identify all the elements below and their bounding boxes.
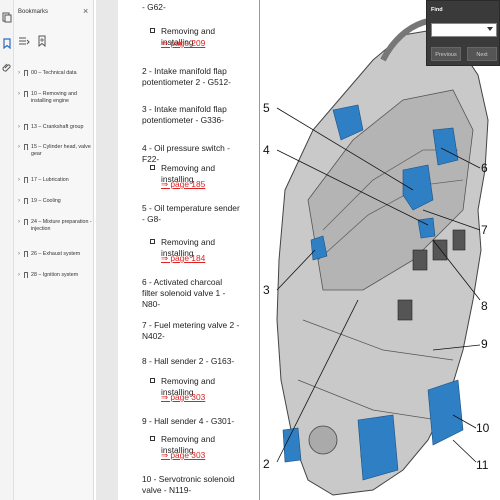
chevron-right-icon[interactable]: › — [18, 124, 20, 131]
list-item: 2 - Intake manifold flap potentiometer 2… — [142, 66, 240, 88]
bookmark-icon — [24, 198, 28, 204]
list-item: 8 - Hall sender 2 - G163- — [142, 356, 240, 367]
callout-label: 9 — [481, 337, 488, 351]
checkbox-bullet-icon — [150, 436, 155, 441]
chevron-right-icon[interactable]: › — [18, 144, 20, 151]
chevron-right-icon[interactable]: › — [18, 198, 20, 205]
page-link[interactable]: ⇒ page 184 — [161, 253, 205, 264]
find-panel: Find Previous Next — [426, 0, 500, 66]
find-previous-button[interactable]: Previous — [431, 47, 461, 61]
entry-heading: - G62- — [142, 2, 166, 12]
bookmark-icon — [24, 124, 28, 130]
list-item: 10 - Servotronic solenoid valve - N119- — [142, 474, 240, 496]
bookmarks-panel: Bookmarks × › 00 – Technical data › 10 –… — [14, 0, 107, 500]
list-item: 4 - Oil pressure switch - F22- — [142, 143, 240, 165]
bookmark-label: 26 – Exhaust system — [31, 251, 81, 257]
chevron-right-icon[interactable]: › — [18, 91, 20, 98]
bookmark-icon — [24, 144, 28, 150]
page-thumbnails-icon[interactable] — [2, 12, 12, 23]
find-next-button[interactable]: Next — [467, 47, 497, 61]
callout-label: 6 — [481, 161, 488, 175]
bookmark-label: 10 – Removing and installing engine — [31, 91, 77, 104]
checkbox-bullet-icon — [150, 165, 155, 170]
bookmarks-icon[interactable] — [2, 38, 12, 49]
entry-heading: 10 - Servotronic solenoid valve - N119- — [142, 474, 235, 495]
entry-heading: 2 - Intake manifold flap potentiometer 2… — [142, 66, 231, 87]
bookmarks-toolbar — [18, 35, 58, 49]
callout-label: 2 — [263, 457, 270, 471]
page-link[interactable]: ⇒ page 209 — [161, 38, 205, 49]
bookmark-icon — [24, 70, 28, 76]
chevron-right-icon[interactable]: › — [18, 251, 20, 258]
list-item: 3 - Intake manifold flap potentiometer -… — [142, 104, 240, 126]
entry-heading: 4 - Oil pressure switch - F22- — [142, 143, 230, 164]
bookmark-label: 17 – Lubrication — [31, 177, 69, 183]
page-link[interactable]: ⇒ page 303 — [161, 392, 205, 403]
callout-label: 8 — [481, 299, 488, 313]
bookmark-label: 00 – Technical data — [31, 70, 77, 76]
bookmark-label: 15 – Cylinder head, valve gear — [31, 144, 91, 157]
new-bookmark-icon[interactable] — [36, 35, 48, 47]
list-item: 9 - Hall sender 4 - G301- — [142, 416, 240, 427]
engine-illustration: 2 3 4 5 6 7 8 9 10 11 — [263, 17, 490, 496]
bookmark-label: 19 – Cooling — [31, 198, 61, 204]
callout-label: 11 — [476, 458, 489, 472]
bookmark-label: 28 – Ignition system — [31, 272, 79, 278]
chevron-right-icon[interactable]: › — [18, 177, 20, 184]
bookmark-icon — [24, 251, 28, 257]
document-page: - G62- Removing and installing ⇒ page 20… — [118, 0, 500, 500]
list-item: - G62- — [142, 2, 240, 13]
find-title: Find — [431, 7, 443, 13]
entry-heading: 6 - Activated charcoal filter solenoid v… — [142, 277, 226, 309]
close-panel-button[interactable]: × — [83, 6, 88, 16]
bookmark-icon — [24, 272, 28, 278]
callout-label: 4 — [263, 143, 270, 157]
chevron-right-icon[interactable]: › — [18, 272, 20, 279]
navigation-icon-strip — [0, 0, 14, 500]
entry-heading: 3 - Intake manifold flap potentiometer -… — [142, 104, 227, 125]
bookmarks-panel-title: Bookmarks — [18, 9, 49, 15]
bookmark-label: 24 – Mixture preparation - injection — [31, 219, 92, 232]
column-divider — [259, 0, 260, 500]
bookmark-label: 13 – Crankshaft group — [31, 124, 84, 130]
bookmark-icon — [24, 177, 28, 183]
page-link[interactable]: ⇒ page 303 — [161, 450, 205, 461]
callout-label: 10 — [476, 421, 490, 435]
chevron-right-icon[interactable]: › — [18, 70, 20, 77]
callout-label: 5 — [263, 101, 270, 115]
entry-heading: 9 - Hall sender 4 - G301- — [142, 416, 235, 426]
page-link[interactable]: ⇒ page 185 — [161, 179, 205, 190]
checkbox-bullet-icon — [150, 378, 155, 383]
list-item: 5 - Oil temperature sender - G8- — [142, 203, 240, 225]
bookmark-icon — [24, 219, 28, 225]
chevron-right-icon[interactable]: › — [18, 219, 20, 226]
entry-heading: 8 - Hall sender 2 - G163- — [142, 356, 235, 366]
entry-heading: 5 - Oil temperature sender - G8- — [142, 203, 240, 224]
list-item: 6 - Activated charcoal filter solenoid v… — [142, 277, 240, 310]
bookmark-icon — [24, 91, 28, 97]
callout-label: 3 — [263, 283, 270, 297]
checkbox-bullet-icon — [150, 28, 155, 33]
callout-label: 7 — [481, 223, 488, 237]
attachments-icon[interactable] — [2, 62, 12, 73]
document-viewport[interactable]: - G62- Removing and installing ⇒ page 20… — [96, 0, 500, 500]
chevron-down-icon[interactable] — [487, 27, 493, 31]
options-list-icon[interactable] — [18, 35, 30, 47]
list-item: 7 - Fuel metering valve 2 - N402- — [142, 320, 240, 342]
entry-heading: 7 - Fuel metering valve 2 - N402- — [142, 320, 240, 341]
find-input[interactable] — [431, 23, 497, 37]
checkbox-bullet-icon — [150, 239, 155, 244]
